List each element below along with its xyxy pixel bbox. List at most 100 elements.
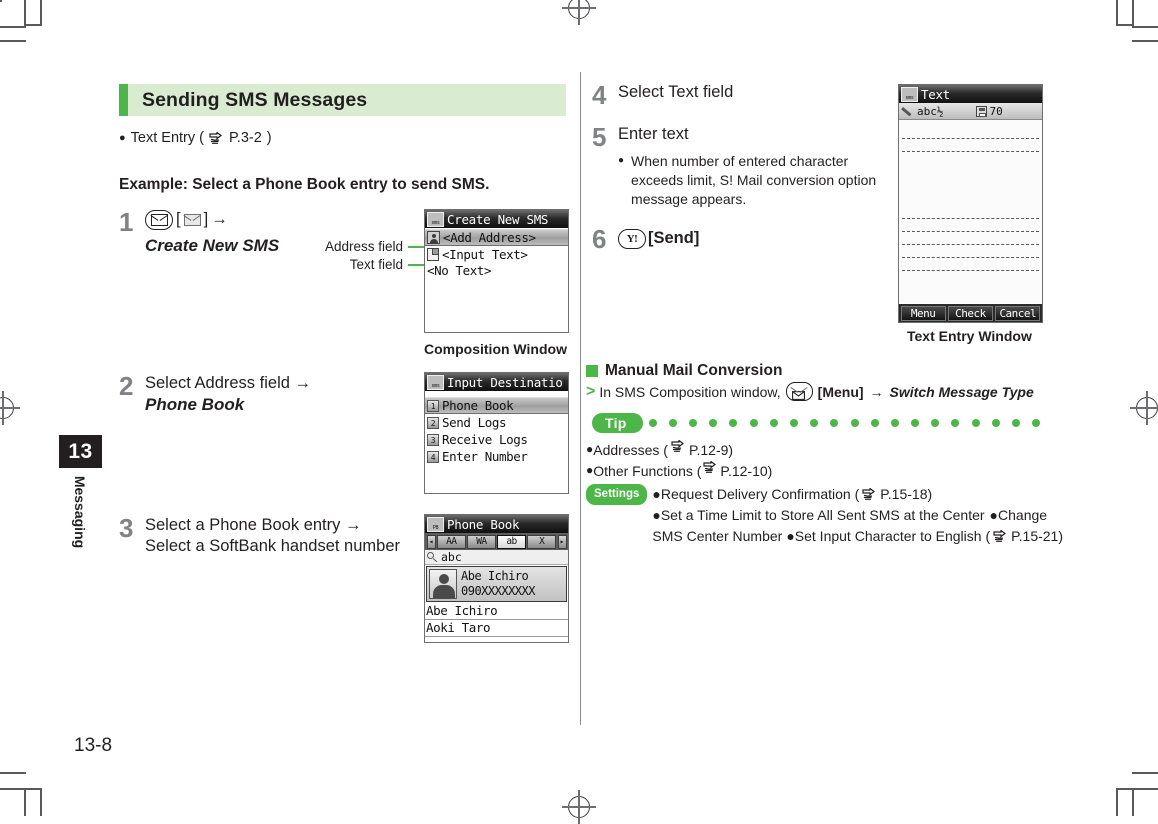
callout-text-field: Text field xyxy=(349,257,403,272)
reference-page: P.3-2 xyxy=(228,130,262,146)
tab-prev-arrow-icon[interactable]: ◂ xyxy=(426,534,436,549)
step-3-line1: Select a Phone Book entry → xyxy=(145,516,362,534)
phonebook-search-row[interactable]: abc xyxy=(425,550,568,565)
text-entry-reference: ● Text Entry ( P.3-2 ) xyxy=(119,130,272,146)
settings-item-3-continued: SMS Center Number xyxy=(652,528,783,544)
registration-mark-left xyxy=(0,391,20,425)
destination-title-bar: sms Input Destinatio xyxy=(425,373,568,391)
settings-item-2-text: Set a Time Limit to Store All Sent SMS a… xyxy=(660,507,985,523)
composition-body: <Add Address> <Input Text> <No Text> xyxy=(425,228,568,279)
person-icon xyxy=(427,231,440,244)
step-6-number: 6 xyxy=(592,224,607,254)
avatar xyxy=(429,569,457,599)
tab-ab[interactable]: ab xyxy=(497,534,526,549)
destination-row-enter-number[interactable]: 4 Enter Number xyxy=(425,448,568,465)
phonebook-icon: PB xyxy=(427,516,444,532)
settings-line-2: ●Set a Time Limit to Store All Sent SMS … xyxy=(652,505,1063,526)
text-entry-status-bar: abc½ 70 xyxy=(899,103,1042,120)
section-accent-bar xyxy=(119,84,128,116)
tip-badge: Tip xyxy=(592,413,643,433)
bullet-dot-icon: ● xyxy=(989,507,999,523)
settings-line-3: SMS Center Number ●Set Input Character to… xyxy=(652,526,1063,547)
phone-book-screenshot: PB Phone Book ◂ AA WA ab X ▸ abc Abe Ich… xyxy=(424,514,569,643)
list-number-icon: 4 xyxy=(427,450,439,463)
text-entry-window-screenshot: sms Text abc½ 70 Menu Check Cancel xyxy=(898,84,1043,323)
composition-row-text[interactable]: <Input Text> xyxy=(425,246,568,263)
step-2-line1: Select Address field → xyxy=(145,374,311,392)
softkey-check[interactable]: Check xyxy=(947,305,994,321)
chevron-right-icon: > xyxy=(586,382,596,400)
step-5-line1: Enter text xyxy=(618,125,689,143)
settings-item-4-text: Set Input Character to English ( xyxy=(794,528,991,544)
step-2: 2 Select Address field → Phone Book xyxy=(119,373,409,416)
document-icon xyxy=(427,248,439,261)
page-reference-hand-icon xyxy=(671,440,686,453)
bullet-dot-icon: ● xyxy=(119,131,126,144)
destination-row-send-logs-label: Send Logs xyxy=(442,415,507,430)
destination-row-send-logs[interactable]: 2 Send Logs xyxy=(425,414,568,431)
text-entry-title: Text xyxy=(921,86,950,102)
sms-envelope-icon: sms xyxy=(427,211,444,227)
tip-other-functions-text: Other Functions ( xyxy=(593,463,702,479)
bullet-dot-icon: ● xyxy=(652,507,661,523)
column-divider xyxy=(580,72,582,725)
crop-mark-top-right xyxy=(1108,0,1158,50)
step-2-line2: Phone Book xyxy=(145,395,245,415)
destination-row-receive-logs[interactable]: 3 Receive Logs xyxy=(425,431,568,448)
settings-line-1: ●Request Delivery Confirmation (P.15-18) xyxy=(652,484,1063,505)
contact-number: 090XXXXXXXX xyxy=(461,584,535,598)
step-3-line2: Select a SoftBank handset number xyxy=(145,537,400,556)
text-entry-title-bar: sms Text xyxy=(899,85,1042,103)
step-3-body: Select a Phone Book entry → Select a Sof… xyxy=(145,515,400,557)
settings-item-3-text-part: Change xyxy=(998,507,1048,523)
tip-body: ● Addresses ( P.12-9 ) ● Other Functions… xyxy=(586,440,1063,547)
tab-next-arrow-icon[interactable]: ▸ xyxy=(557,534,567,549)
reference-close: ) xyxy=(266,130,272,146)
step-3-number: 3 xyxy=(119,513,134,543)
step-1-bracket-close: ] xyxy=(203,210,209,228)
step-3: 3 Select a Phone Book entry → Select a S… xyxy=(119,515,419,557)
destination-row-phone-book[interactable]: 1 Phone Book xyxy=(425,397,568,414)
page-reference-hand-icon xyxy=(209,131,224,145)
phonebook-list-item-1[interactable]: Abe Ichiro xyxy=(425,603,568,620)
tip-other-functions-close: ) xyxy=(767,463,773,479)
destination-row-phone-book-label: Phone Book xyxy=(442,398,514,413)
softkey-menu[interactable]: Menu xyxy=(900,305,946,321)
list-number-icon: 2 xyxy=(427,416,439,429)
tip-addresses-close: ) xyxy=(728,442,734,458)
phonebook-title-bar: PB Phone Book xyxy=(425,515,568,533)
bullet-dot-icon: ● xyxy=(586,442,594,456)
page-reference-hand-icon xyxy=(862,488,877,501)
tab-x[interactable]: X xyxy=(527,534,556,549)
bullet-dot-icon: ● xyxy=(586,463,594,477)
step-1-bracket-open: [ xyxy=(176,210,181,228)
composition-row-no-text: <No Text> xyxy=(427,263,492,278)
phonebook-list-item-2[interactable]: Aoki Taro xyxy=(425,620,568,637)
step-2-body: Select Address field → Phone Book xyxy=(145,373,311,416)
mail-soft-key-icon xyxy=(183,213,201,226)
sms-envelope-icon: sms xyxy=(427,374,444,390)
text-entry-canvas[interactable] xyxy=(899,120,1042,303)
contact-name: Abe Ichiro xyxy=(461,569,529,583)
step-5-sub-bullet-text: When number of entered character exceeds… xyxy=(631,153,877,207)
softkey-cancel[interactable]: Cancel xyxy=(995,305,1041,321)
step-5-number: 5 xyxy=(592,122,607,152)
subsection-instruction: > In SMS Composition window, [Menu] → Sw… xyxy=(586,382,1034,401)
callout-address-field: Address field xyxy=(324,239,403,254)
composition-window-caption: Composition Window xyxy=(424,341,567,357)
step-4-body: Select Text field xyxy=(618,83,734,101)
yahoo-key-icon: Y! xyxy=(618,229,646,249)
settings-item-1-ref: P.15-18 xyxy=(880,486,928,502)
step-6-label: [Send] xyxy=(648,229,700,248)
section-heading: Sending SMS Messages xyxy=(119,84,566,116)
tab-wa[interactable]: WA xyxy=(467,534,496,549)
tab-aa[interactable]: AA xyxy=(437,534,466,549)
subsection-prefix: In SMS Composition window, xyxy=(599,383,781,400)
composition-title: Create New SMS xyxy=(447,211,549,227)
step-1-line2: Create New SMS xyxy=(145,236,280,256)
step-1-number: 1 xyxy=(119,207,134,237)
destination-row-enter-number-label: Enter Number xyxy=(442,449,528,464)
composition-row-address[interactable]: <Add Address> xyxy=(425,229,568,246)
page-reference-hand-icon xyxy=(993,530,1008,543)
phonebook-selected-contact[interactable]: Abe Ichiro 090XXXXXXXX xyxy=(426,566,567,602)
